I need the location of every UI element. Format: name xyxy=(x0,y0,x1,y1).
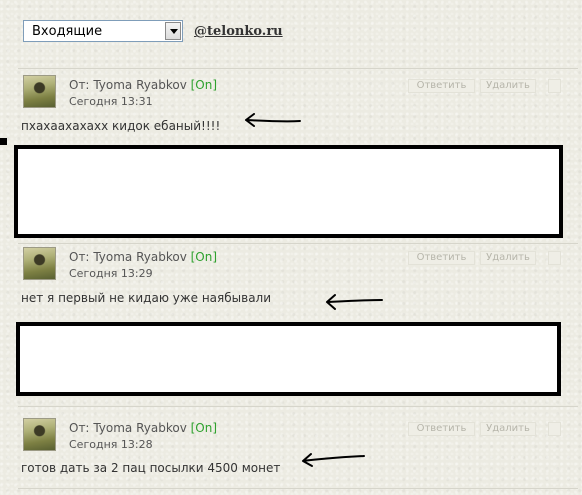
delete-button[interactable]: Удалить xyxy=(480,251,536,265)
hand-drawn-arrow-icon xyxy=(326,294,383,310)
avatar[interactable] xyxy=(23,418,56,451)
reply-button[interactable]: Ответить xyxy=(408,422,475,436)
sender-name[interactable]: Tyoma Ryabkov xyxy=(93,78,186,92)
redaction-box xyxy=(14,145,563,238)
hand-drawn-arrow-icon xyxy=(245,113,301,127)
online-status: [On] xyxy=(190,250,218,264)
email-domain-link[interactable]: @telonko.ru xyxy=(194,24,283,39)
close-icon[interactable] xyxy=(548,251,561,265)
divider xyxy=(18,68,578,69)
divider xyxy=(18,406,578,407)
divider xyxy=(18,243,578,244)
sender-name[interactable]: Tyoma Ryabkov xyxy=(93,250,186,264)
message-text: пхахаахахахх кидок ебаный!!!! xyxy=(21,119,221,133)
online-status: [On] xyxy=(190,78,218,92)
delete-button[interactable]: Удалить xyxy=(480,79,536,93)
sender-line: От: Tyoma Ryabkov [On] xyxy=(69,421,217,435)
annotation-mark xyxy=(0,138,7,145)
reply-button[interactable]: Ответить xyxy=(408,79,475,93)
reply-button[interactable]: Ответить xyxy=(408,251,475,265)
avatar[interactable] xyxy=(23,247,56,280)
sender-line: От: Tyoma Ryabkov [On] xyxy=(69,78,217,92)
message-date: Сегодня 13:28 xyxy=(69,438,153,451)
divider xyxy=(18,488,578,489)
from-label: От: xyxy=(69,250,90,264)
sender-line: От: Tyoma Ryabkov [On] xyxy=(69,250,217,264)
delete-button[interactable]: Удалить xyxy=(480,422,536,436)
folder-select-value: Входящие xyxy=(32,24,103,39)
redaction-box xyxy=(16,322,561,396)
sender-name[interactable]: Tyoma Ryabkov xyxy=(93,421,186,435)
close-icon[interactable] xyxy=(548,79,561,93)
online-status: [On] xyxy=(190,421,218,435)
chevron-down-icon[interactable] xyxy=(165,22,181,40)
hand-drawn-arrow-icon xyxy=(302,453,365,467)
avatar[interactable] xyxy=(23,75,56,108)
message-date: Сегодня 13:29 xyxy=(69,267,153,280)
message-text: готов дать за 2 пац посылки 4500 монет xyxy=(21,461,281,475)
folder-select[interactable]: Входящие xyxy=(23,20,183,42)
from-label: От: xyxy=(69,421,90,435)
message-text: нет я первый не кидаю уже наябывали xyxy=(21,291,272,305)
from-label: От: xyxy=(69,78,90,92)
message-date: Сегодня 13:31 xyxy=(69,95,153,108)
close-icon[interactable] xyxy=(548,422,561,436)
